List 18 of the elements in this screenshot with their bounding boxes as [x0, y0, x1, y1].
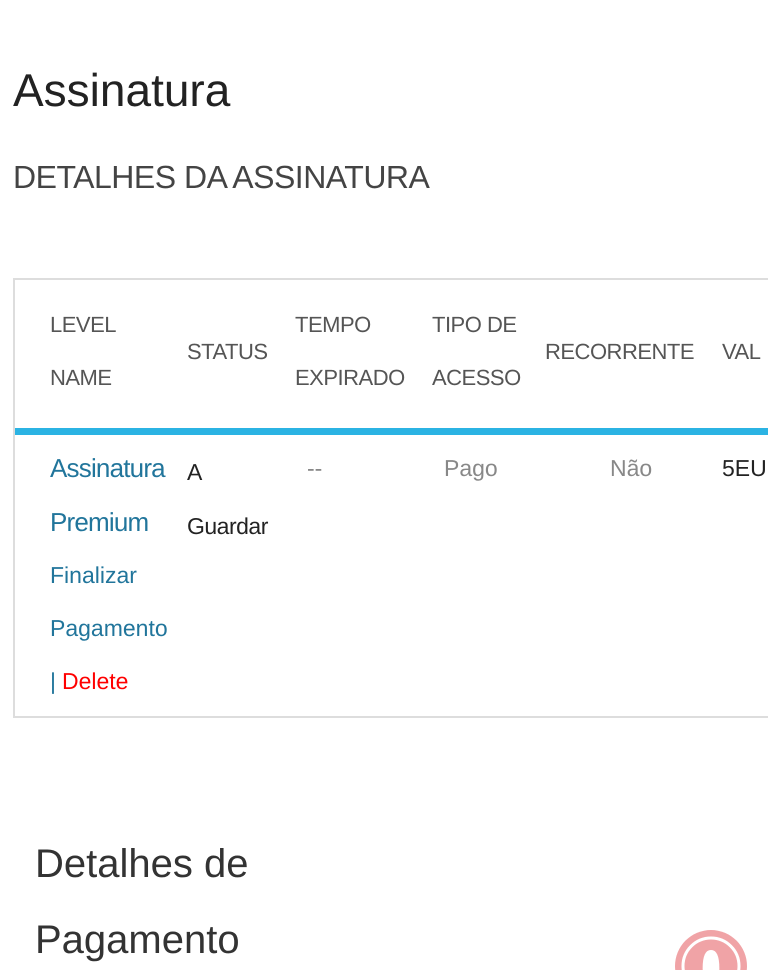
column-header: TEMPO EXPIRADO [295, 311, 406, 392]
table-cell-text: Não [609, 454, 652, 483]
payment-title: Detalhes de Pagamento [35, 841, 250, 964]
action-link[interactable]: Finalizar Pagamento [50, 549, 185, 655]
status-text: A Guardar [187, 458, 269, 541]
column-header: STATUS [187, 338, 268, 366]
table-cell-text: -- [306, 454, 322, 483]
page-title: Assinatura [13, 63, 230, 118]
column-header: TIPO DE ACESSO [432, 311, 522, 392]
delete-link[interactable]: Delete [62, 655, 128, 708]
section-title: DETALHES DA ASSINATURA [13, 158, 430, 197]
column-header: VAL [722, 338, 760, 366]
table-cell-text: 5EU [722, 454, 767, 483]
column-header: RECORRENTE [545, 338, 694, 366]
separator: | [50, 667, 56, 696]
table-cell-text: Pago [443, 454, 498, 483]
column-header: LEVEL NAME [50, 311, 117, 392]
level-name-link[interactable]: Assinatura Premium [50, 441, 175, 549]
